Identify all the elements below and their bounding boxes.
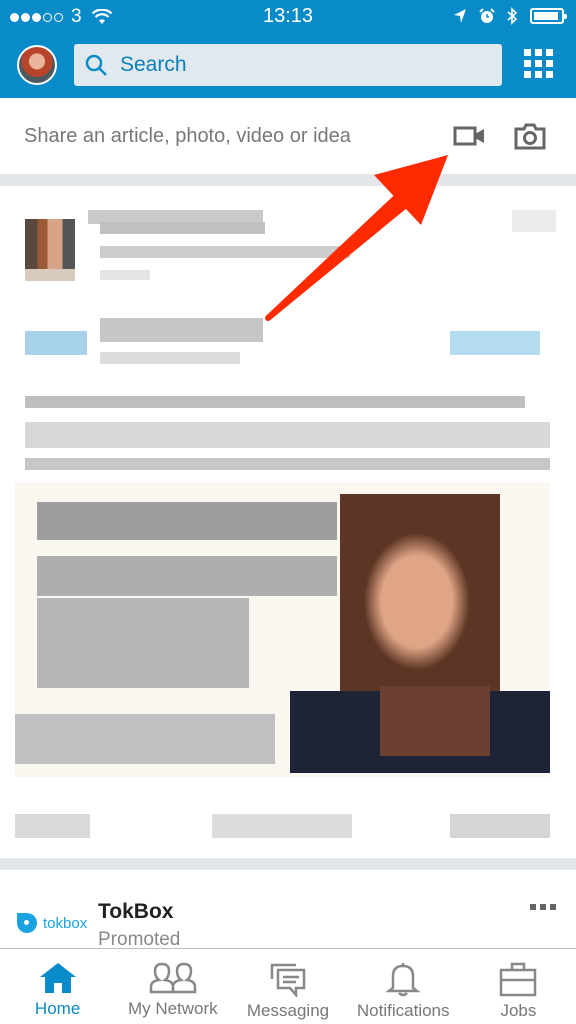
grid-icon [524, 49, 531, 56]
image-text [37, 556, 337, 596]
share-action[interactable] [450, 814, 550, 838]
profile-avatar[interactable] [17, 45, 57, 85]
battery-icon [530, 8, 567, 24]
apps-grid-button[interactable] [524, 49, 554, 79]
more-options-button[interactable] [530, 904, 556, 910]
shared-subtitle [100, 352, 240, 364]
nav-label: Home [34, 999, 81, 1018]
nav-label: Messaging [246, 1001, 330, 1020]
nav-notifications[interactable]: Notifications [346, 949, 461, 1024]
status-bar: 3 13:13 [0, 0, 576, 34]
messaging-icon [270, 963, 306, 997]
post-text-line [25, 422, 550, 448]
alarm-icon [479, 8, 495, 23]
search-box[interactable] [74, 44, 502, 86]
follow-button[interactable] [450, 331, 540, 355]
network-icon [149, 962, 197, 994]
shared-title [100, 318, 263, 342]
nav-label: My Network [127, 999, 218, 1018]
post-menu[interactable] [512, 210, 556, 232]
video-camera-icon[interactable] [453, 126, 487, 146]
author-name-line [100, 222, 265, 234]
post-text-line [25, 396, 525, 408]
tokbox-logo-icon [17, 913, 37, 933]
author-headline [100, 246, 350, 258]
search-icon [85, 54, 107, 76]
location-icon [454, 9, 466, 23]
nav-label: Notifications [356, 1001, 450, 1020]
search-input[interactable] [120, 53, 480, 77]
image-text [37, 502, 337, 540]
author-avatar-bottom [25, 269, 75, 281]
bell-icon [385, 963, 421, 997]
tokbox-wordmark: tokbox [43, 914, 88, 932]
image-person-hair [380, 686, 490, 756]
nav-jobs[interactable]: Jobs [461, 949, 576, 1024]
nav-my-network[interactable]: My Network [115, 949, 230, 1024]
image-text [37, 598, 249, 688]
like-action[interactable] [15, 814, 90, 838]
top-bar: 3 13:13 [0, 0, 576, 98]
feed-post[interactable] [0, 186, 576, 858]
comment-action[interactable] [212, 814, 352, 838]
share-box[interactable]: Share an article, photo, video or idea [0, 98, 576, 174]
section-divider [0, 174, 576, 186]
nav-label: Jobs [500, 1001, 537, 1020]
promoted-company-name[interactable]: TokBox [98, 900, 173, 924]
share-prompt[interactable]: Share an article, photo, video or idea [24, 125, 351, 148]
nav-messaging[interactable]: Messaging [230, 949, 345, 1024]
bluetooth-icon [507, 7, 518, 25]
post-time [100, 270, 150, 280]
briefcase-icon [500, 962, 537, 997]
author-avatar[interactable] [25, 219, 75, 269]
tokbox-logo[interactable]: tokbox [17, 913, 87, 933]
shared-logo [25, 331, 87, 355]
more-icon [530, 904, 536, 910]
home-icon [39, 963, 76, 993]
promoted-post[interactable]: tokbox TokBox Promoted [0, 870, 576, 950]
camera-icon[interactable] [514, 122, 546, 150]
image-person [340, 494, 500, 709]
section-divider [0, 858, 576, 870]
image-text [15, 714, 275, 764]
nav-home[interactable]: Home [0, 949, 115, 1024]
post-text-line [25, 458, 550, 470]
bottom-nav: Home My Network Messaging Notifications … [0, 948, 576, 1024]
